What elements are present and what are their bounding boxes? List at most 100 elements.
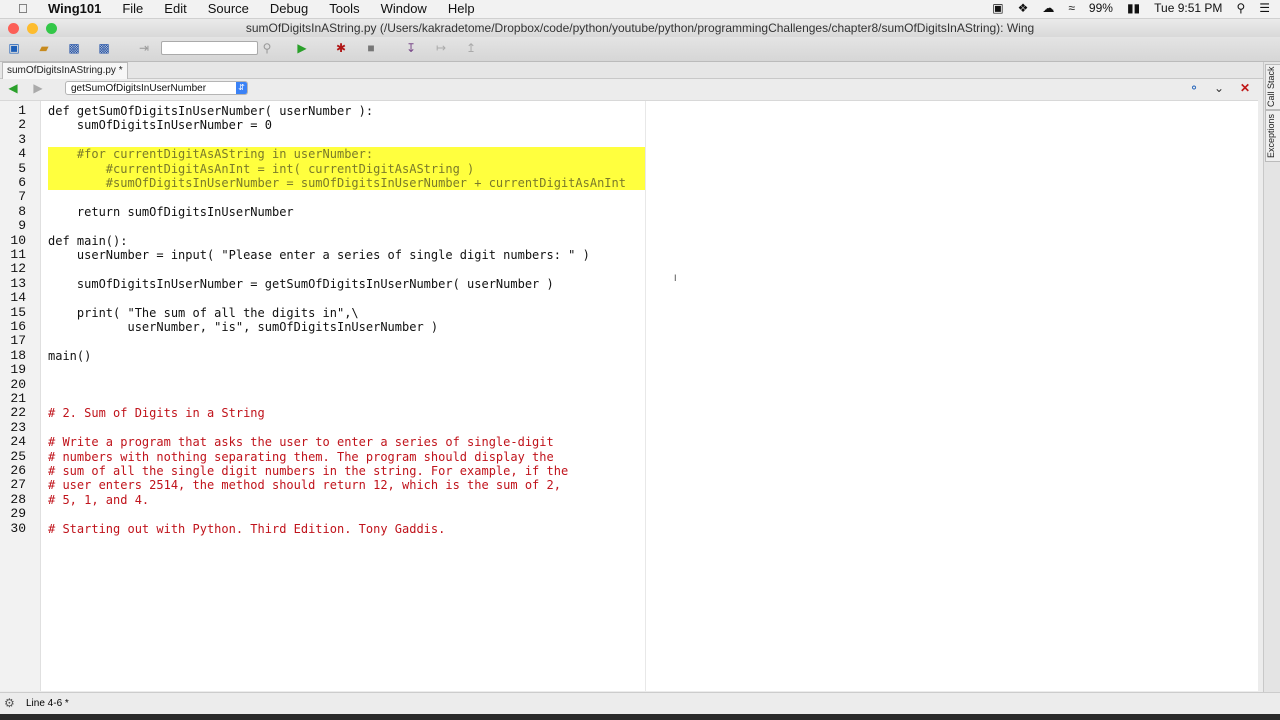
menu-file[interactable]: File: [122, 1, 143, 16]
menu-window[interactable]: Window: [381, 1, 427, 16]
code-line[interactable]: print( "The sum of all the digits in",\: [48, 306, 359, 320]
function-select[interactable]: getSumOfDigitsInUserNumber ⇵: [65, 81, 248, 95]
line-number: 26: [10, 463, 26, 478]
step-over-icon[interactable]: ↦: [433, 41, 449, 55]
zoom-window-button[interactable]: [46, 23, 57, 34]
line-number: 22: [10, 405, 26, 421]
window-title-bar: sumOfDigitsInAString.py (/Users/kakradet…: [0, 19, 1280, 37]
apple-icon[interactable]: : [18, 1, 28, 16]
search-icon[interactable]: ⚲: [259, 41, 275, 55]
code-line[interactable]: # sum of all the single digit numbers in…: [48, 464, 568, 478]
line-number: 28: [10, 491, 26, 507]
status-icons: ▣ ❖ ☁ ≈ 99% ▮▮ Tue 9:51 PM ⚲ ☰: [978, 1, 1270, 15]
line-number: 10: [10, 232, 26, 248]
code-line[interactable]: # Write a program that asks the user to …: [48, 435, 554, 449]
pin-icon[interactable]: ⚬: [1186, 81, 1202, 95]
line-number: 30: [10, 520, 26, 536]
window-title: sumOfDigitsInAString.py (/Users/kakradet…: [245, 21, 1035, 35]
status-bar: ⚙ Line 4-6 *: [0, 692, 1280, 715]
code-line[interactable]: # Starting out with Python. Third Editio…: [48, 522, 445, 536]
code-line[interactable]: def getSumOfDigitsInUserNumber( userNumb…: [48, 104, 373, 118]
line-number: 11: [10, 247, 26, 262]
line-number: 4: [18, 146, 26, 162]
step-out-icon[interactable]: ↥: [463, 41, 479, 55]
code-line[interactable]: userNumber = input( "Please enter a seri…: [48, 248, 590, 262]
line-number: 16: [10, 319, 26, 334]
save-icon[interactable]: ▩: [66, 41, 82, 55]
menu-tools[interactable]: Tools: [329, 1, 359, 16]
code-editor[interactable]: 1 2 3 4 5 6 7 8 9 10 11 12 13 14 15 16 17 18 19 20 21 22 23 24 2…: [0, 100, 1258, 691]
open-folder-icon[interactable]: ▰: [36, 41, 52, 55]
code-line[interactable]: #sumOfDigitsInUserNumber = sumOfDigitsIn…: [48, 176, 626, 190]
clock[interactable]: Tue 9:51 PM: [1154, 1, 1222, 15]
spotlight-search-icon[interactable]: ⚲: [1236, 1, 1245, 15]
cloud-icon[interactable]: ☁: [1042, 1, 1054, 15]
code-line[interactable]: #for currentDigitAsAString in userNumber…: [48, 147, 373, 161]
settings-gear-icon[interactable]: ⚙: [4, 696, 15, 710]
bottom-edge: [0, 714, 1280, 720]
code-line[interactable]: # numbers with nothing separating them. …: [48, 450, 554, 464]
toolbar-search-input[interactable]: [161, 41, 258, 55]
code-line[interactable]: # user enters 2514, the method should re…: [48, 478, 561, 492]
tab-sumofdigits-file[interactable]: sumOfDigitsInAString.py *: [2, 62, 128, 79]
screen-icon[interactable]: ▣: [992, 1, 1003, 15]
close-window-button[interactable]: [8, 23, 19, 34]
code-line[interactable]: sumOfDigitsInUserNumber = 0: [48, 118, 272, 132]
menu-edit[interactable]: Edit: [164, 1, 186, 16]
wifi-icon[interactable]: ≈: [1068, 1, 1075, 15]
mac-menu-bar:  Wing101 File Edit Source Debug Tools W…: [0, 0, 1280, 19]
dropbox-icon[interactable]: ❖: [1018, 1, 1029, 15]
forward-arrow-icon[interactable]: ▶: [30, 81, 46, 95]
menu-source[interactable]: Source: [208, 1, 249, 16]
stop-icon[interactable]: ■: [363, 41, 379, 55]
line-number: 25: [10, 448, 26, 464]
code-line[interactable]: main(): [48, 349, 91, 363]
back-arrow-icon[interactable]: ◀: [5, 81, 21, 95]
code-line[interactable]: def main():: [48, 234, 127, 248]
line-number: 13: [10, 275, 26, 291]
code-line[interactable]: sumOfDigitsInUserNumber = getSumOfDigits…: [48, 277, 554, 291]
editor-nav-bar: ◀ ▶ getSumOfDigitsInUserNumber ⇵ ⚬ ⌄ ✕: [0, 79, 1280, 99]
step-into-icon[interactable]: ↧: [403, 41, 419, 55]
debug-bug-icon[interactable]: ✱: [333, 41, 349, 55]
save-all-icon[interactable]: ▩: [96, 41, 112, 55]
code-line[interactable]: #currentDigitAsAnInt = int( currentDigit…: [48, 162, 474, 176]
line-number: 21: [10, 391, 26, 406]
line-number: 24: [10, 434, 26, 450]
text-cursor-icon: I: [674, 273, 677, 283]
line-number: 2: [18, 117, 26, 133]
tab-call-stack[interactable]: Call Stack: [1265, 64, 1280, 110]
notification-list-icon[interactable]: ☰: [1259, 1, 1270, 15]
line-number: 14: [10, 290, 26, 306]
close-icon[interactable]: ✕: [1237, 81, 1253, 95]
line-number: 17: [10, 333, 26, 349]
line-number: 7: [18, 189, 26, 205]
battery-percent[interactable]: 99%: [1089, 1, 1113, 15]
line-number: 9: [18, 218, 26, 234]
line-number: 29: [10, 506, 26, 522]
line-number: 27: [10, 477, 26, 493]
tab-exceptions[interactable]: Exceptions: [1265, 110, 1280, 162]
chevron-down-icon[interactable]: ⌄: [1211, 81, 1227, 95]
code-line[interactable]: # 2. Sum of Digits in a String: [48, 406, 265, 420]
minimize-window-button[interactable]: [27, 23, 38, 34]
editor-tab-bar: sumOfDigitsInAString.py *: [0, 62, 1280, 79]
line-number: 19: [10, 362, 26, 378]
edge-margin-line: [645, 101, 646, 691]
line-number: 3: [18, 131, 26, 147]
line-number: 8: [18, 203, 26, 219]
line-number: 5: [18, 160, 26, 176]
line-number: 12: [10, 261, 26, 277]
line-number-gutter: 1 2 3 4 5 6 7 8 9 10 11 12 13 14 15 16 17 18 19 20 21 22 23 24 2…: [0, 101, 41, 691]
code-line[interactable]: userNumber, "is", sumOfDigitsInUserNumbe…: [48, 320, 438, 334]
indent-icon[interactable]: ⇥: [136, 41, 152, 55]
line-number: 6: [18, 175, 26, 190]
battery-icon[interactable]: ▮▮: [1127, 1, 1140, 15]
new-file-icon[interactable]: ▣: [6, 41, 22, 55]
run-icon[interactable]: ▶: [294, 41, 310, 55]
code-line[interactable]: return sumOfDigitsInUserNumber: [48, 205, 294, 219]
menu-help[interactable]: Help: [448, 1, 475, 16]
menu-app-name[interactable]: Wing101: [48, 1, 101, 16]
code-line[interactable]: # 5, 1, and 4.: [48, 493, 149, 507]
menu-debug[interactable]: Debug: [270, 1, 308, 16]
